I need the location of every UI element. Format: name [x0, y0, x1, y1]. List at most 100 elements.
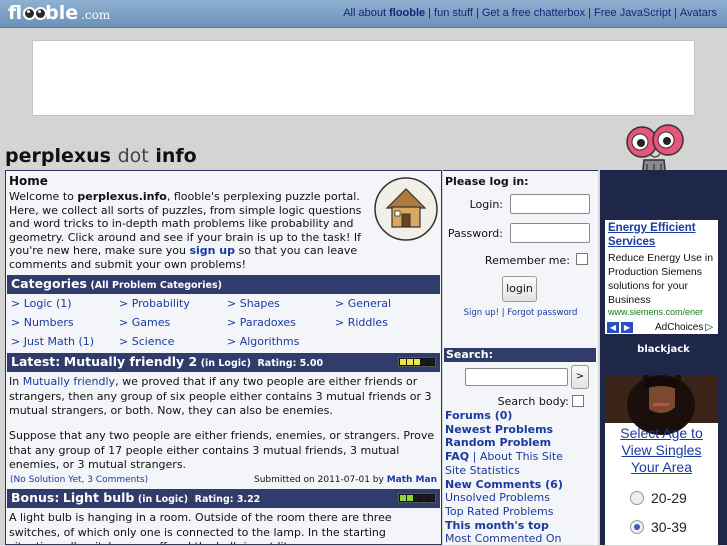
bonus-category[interactable]: (in Logic) — [138, 494, 188, 505]
banner-ad[interactable] — [32, 40, 695, 116]
ad-body: Reduce Energy Use in Production Siemens … — [608, 252, 714, 306]
age-option-20-29[interactable]: 20-29 — [630, 490, 687, 506]
ad-footer: ◀ ▶ AdChoices ▷ — [605, 320, 718, 334]
category-games[interactable]: > Games — [119, 316, 224, 329]
site-links: Forums (0) Newest Problems Random Proble… — [445, 409, 563, 546]
login-input[interactable] — [510, 194, 590, 214]
ad-title[interactable]: Energy Efficient Services — [608, 221, 715, 249]
latest-problem-meta: (No Solution Yet, 3 Comments) Submitted … — [10, 475, 437, 485]
category-logic[interactable]: > Logic (1) — [11, 297, 116, 310]
category-algorithms[interactable]: > Algorithms — [227, 335, 332, 348]
next-arrow-icon[interactable]: ▶ — [621, 321, 633, 333]
nav-javascript[interactable]: Free JavaScript — [594, 7, 671, 19]
search-body-checkbox[interactable] — [572, 395, 584, 407]
latest-problem-header: Latest: Mutually friendly 2 (in Logic) R… — [7, 353, 440, 372]
logo-domain: .com — [81, 8, 111, 22]
main-content: Home Welcome to perplexus.info, flooble'… — [5, 170, 442, 545]
bonus-rating: Rating: 3.22 — [194, 494, 261, 505]
signup-link[interactable]: Sign up! — [464, 308, 499, 318]
login-label: Login: — [469, 198, 503, 211]
unsolved-problems-link[interactable]: Unsolved Problems — [445, 491, 550, 504]
radio-icon[interactable] — [630, 491, 644, 505]
latest-problem-text: In Mutually friendly, we proved that if … — [9, 375, 432, 417]
about-link[interactable]: About This Site — [480, 450, 563, 463]
mutually-friendly-link[interactable]: Mutually friendly — [23, 375, 115, 388]
dating-ad[interactable]: Select Age to View Singles Your Area 20-… — [605, 375, 718, 545]
bonus-problem-title[interactable]: Light bulb — [63, 490, 135, 505]
logo-eyes-icon — [23, 6, 48, 20]
latest-rating: Rating: 5.00 — [257, 358, 324, 369]
nav-about-flooble[interactable]: All about flooble — [343, 7, 425, 19]
latest-label: Latest: — [11, 354, 61, 369]
radio-selected-icon[interactable] — [630, 520, 644, 534]
age-option-30-39[interactable]: 30-39 — [630, 519, 687, 535]
bonus-problem-text: A light bulb is hanging in a room. Outsi… — [9, 511, 392, 544]
remember-label: Remember me: — [484, 254, 570, 267]
category-just-math[interactable]: > Just Math (1) — [11, 335, 116, 348]
adchoices-icon[interactable]: ▷ — [705, 322, 713, 333]
login-heading: Please log in: — [445, 175, 529, 188]
home-house-icon[interactable] — [373, 176, 439, 242]
bonus-problem-header: Bonus: Light bulb (in Logic) Rating: 3.2… — [7, 489, 440, 508]
latest-problem-text-2: Suppose that any two people are either f… — [9, 429, 435, 471]
categories-list: > Logic (1) > Probability > Shapes > Gen… — [7, 293, 440, 353]
new-comments-link[interactable]: New Comments (6) — [445, 478, 563, 491]
month-top-link[interactable]: This month's top — [445, 519, 549, 532]
random-problem-link[interactable]: Random Problem — [445, 436, 551, 449]
nav-chatterbox[interactable]: Get a free chatterbox — [482, 7, 585, 19]
author-link[interactable]: Math Man — [387, 475, 437, 485]
top-rated-link[interactable]: Top Rated Problems — [445, 505, 553, 518]
search-input[interactable] — [465, 368, 568, 386]
rating-meter — [398, 357, 436, 367]
energy-ad[interactable]: Energy Efficient Services Reduce Energy … — [605, 220, 718, 334]
login-button[interactable]: login — [502, 276, 537, 302]
category-numbers[interactable]: > Numbers — [11, 316, 116, 329]
home-heading: Home — [9, 174, 48, 188]
site-title-main: perplexus — [5, 145, 111, 167]
adchoices-link[interactable]: AdChoices — [655, 322, 703, 333]
logo-text-right: ble — [45, 2, 79, 24]
nav-avatars[interactable]: Avatars — [680, 7, 717, 19]
faq-link[interactable]: FAQ — [445, 450, 469, 463]
nav-fun-stuff[interactable]: fun stuff — [434, 7, 473, 19]
most-commented-link[interactable]: Most Commented On — [445, 532, 562, 545]
all-categories-link[interactable]: (All Problem Categories) — [90, 280, 221, 291]
intro-site-name: perplexus.info — [77, 190, 167, 203]
search-heading: Search: — [444, 348, 596, 362]
site-title[interactable]: perplexus dot info — [5, 145, 197, 167]
blackjack-label: blackjack — [637, 344, 690, 355]
logo-text-left: fl — [8, 2, 23, 24]
category-shapes[interactable]: > Shapes — [227, 297, 332, 310]
category-paradoxes[interactable]: > Paradoxes — [227, 316, 332, 329]
prev-arrow-icon[interactable]: ◀ — [607, 321, 619, 333]
latest-category[interactable]: (in Logic) — [201, 358, 251, 369]
sidebar: Please log in: Login: Password: Remember… — [443, 170, 598, 545]
site-title-info: info — [155, 145, 197, 167]
comments-link[interactable]: (No Solution Yet, 3 Comments) — [10, 475, 148, 485]
top-nav: All about flooble | fun stuff | Get a free c… — [343, 7, 717, 19]
ad-headline[interactable]: Select Age to View Singles Your Area — [609, 425, 714, 476]
ad-url[interactable]: www.siemens.com/ener — [608, 307, 715, 317]
search-body-label: Search body: — [497, 395, 569, 408]
categories-header: Categories (All Problem Categories) — [7, 275, 440, 294]
remember-checkbox[interactable] — [576, 253, 588, 265]
newest-problems-link[interactable]: Newest Problems — [445, 423, 553, 436]
forums-link[interactable]: Forums (0) — [445, 409, 512, 422]
category-probability[interactable]: > Probability — [119, 297, 224, 310]
right-column: Energy Efficient Services Reduce Energy … — [600, 170, 727, 545]
site-statistics-link[interactable]: Site Statistics — [445, 464, 520, 477]
category-riddles[interactable]: > Riddles — [335, 316, 440, 329]
search-button[interactable]: > — [571, 365, 589, 389]
top-bar: fl ble .com All about flooble | fun stuff |… — [0, 0, 727, 28]
flooble-logo[interactable]: fl ble .com — [8, 2, 110, 24]
intro-text: Welcome to perplexus.info, flooble's per… — [9, 190, 362, 271]
password-input[interactable] — [510, 223, 590, 243]
login-links: Sign up! | Forgot password — [463, 308, 578, 318]
latest-problem-title[interactable]: Mutually friendly 2 — [64, 354, 197, 369]
category-science[interactable]: > Science — [119, 335, 224, 348]
rating-meter — [398, 493, 436, 503]
password-label: Password: — [447, 227, 503, 240]
category-general[interactable]: > General — [335, 297, 440, 310]
signup-link[interactable]: sign up — [189, 244, 235, 257]
forgot-password-link[interactable]: Forgot password — [507, 308, 577, 318]
